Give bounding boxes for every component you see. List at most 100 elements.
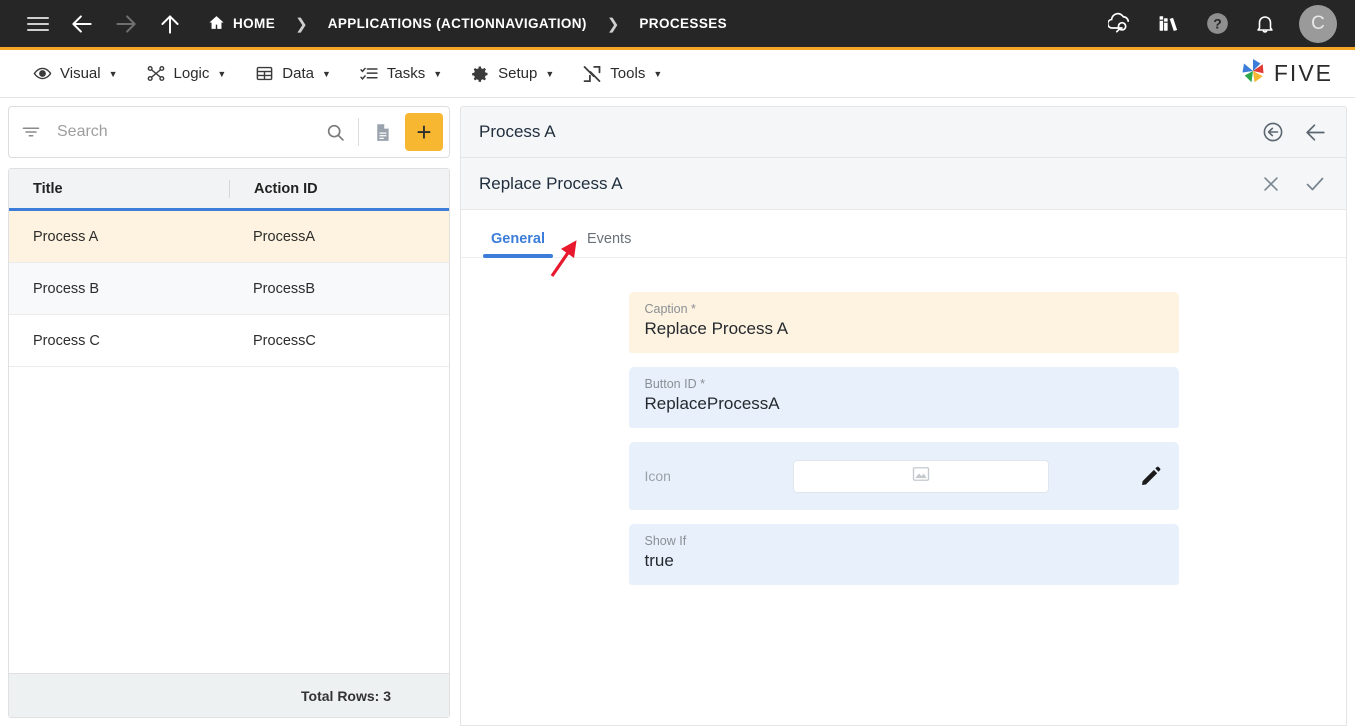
menu-label: Logic (174, 65, 210, 82)
chevron-down-icon: ▼ (433, 69, 442, 79)
filter-icon[interactable] (21, 122, 47, 142)
search-input[interactable] (47, 123, 318, 141)
avatar[interactable]: C (1299, 5, 1337, 43)
brand-logo: FIVE (1238, 56, 1355, 91)
cell-action-id: ProcessC (229, 333, 449, 349)
breadcrumb-label: APPLICATIONS (ACTIONNAVIGATION) (328, 16, 587, 31)
table-row[interactable]: Process A ProcessA (9, 211, 449, 263)
cell-title: Process A (9, 229, 229, 245)
menu-item-tasks[interactable]: Tasks ▼ (345, 50, 456, 98)
form-header: Replace Process A (461, 158, 1346, 210)
tab-events[interactable]: Events (579, 231, 639, 257)
breadcrumb-item-processes[interactable]: PROCESSES (633, 16, 733, 31)
topbar-actions: ? C (1101, 4, 1355, 44)
panel-header: Process A (460, 106, 1347, 158)
column-header-title[interactable]: Title (9, 181, 229, 197)
breadcrumb: HOME ❯ APPLICATIONS (ACTIONNAVIGATION) ❯… (202, 14, 733, 34)
cancel-icon[interactable] (1256, 169, 1286, 199)
panel-header-actions (1258, 117, 1330, 147)
home-icon (208, 14, 225, 34)
chevron-down-icon: ▼ (109, 69, 118, 79)
gear-icon (470, 64, 490, 84)
field-button-id[interactable]: Button ID * ReplaceProcessA (629, 367, 1179, 428)
image-placeholder-icon (911, 464, 931, 489)
field-value[interactable]: ReplaceProcessA (645, 394, 1163, 416)
right-panel: Process A Replace Process A (460, 98, 1355, 726)
menu-label: Visual (60, 65, 101, 82)
column-header-action-id[interactable]: Action ID (229, 180, 449, 198)
cell-action-id: ProcessA (229, 229, 449, 245)
breadcrumb-label: PROCESSES (639, 16, 727, 31)
revert-icon[interactable] (1258, 117, 1288, 147)
confirm-icon[interactable] (1300, 169, 1330, 199)
cell-title: Process C (9, 333, 229, 349)
grid-body: Process A ProcessA Process B ProcessB Pr… (9, 211, 449, 673)
toolbar-divider (358, 118, 359, 146)
page-title: Process A (479, 122, 556, 142)
help-icon[interactable]: ? (1197, 4, 1237, 44)
total-rows-label: Total Rows: 3 (301, 688, 391, 704)
field-label: Show If (645, 534, 1163, 548)
icon-preview-box[interactable] (793, 460, 1049, 493)
field-label: Caption * (645, 302, 1163, 316)
search-icon[interactable] (318, 115, 352, 149)
up-icon[interactable] (148, 2, 192, 46)
form-fields: Caption * Replace Process A Button ID * … (461, 258, 1346, 725)
forward-icon[interactable] (104, 2, 148, 46)
chevron-down-icon: ▼ (217, 69, 226, 79)
notifications-icon[interactable] (1245, 4, 1285, 44)
field-label: Icon (645, 468, 793, 484)
cell-title: Process B (9, 281, 229, 297)
five-pinwheel-icon (1238, 56, 1268, 91)
chevron-down-icon: ▼ (545, 69, 554, 79)
field-label: Button ID * (645, 377, 1163, 391)
left-panel: + Title Action ID Process A ProcessA Pro… (0, 98, 460, 726)
menu-label: Data (282, 65, 314, 82)
field-show-if[interactable]: Show If true (629, 524, 1179, 585)
main-menu-bar: Visual ▼ Logic ▼ Data ▼ Tasks ▼ (0, 50, 1355, 98)
search-toolbar: + (8, 106, 450, 158)
chevron-down-icon: ▼ (322, 69, 331, 79)
eye-icon (32, 64, 52, 84)
field-caption[interactable]: Caption * Replace Process A (629, 292, 1179, 353)
field-value[interactable]: true (645, 551, 1163, 573)
breadcrumb-separator: ❯ (593, 15, 634, 33)
content-area: + Title Action ID Process A ProcessA Pro… (0, 98, 1355, 726)
field-icon: Icon (629, 442, 1179, 510)
back-arrow-icon[interactable] (1300, 117, 1330, 147)
menu-item-setup[interactable]: Setup ▼ (456, 50, 568, 98)
menu-item-logic[interactable]: Logic ▼ (132, 50, 241, 98)
library-books-icon[interactable] (1149, 4, 1189, 44)
table-row[interactable]: Process C ProcessC (9, 315, 449, 367)
grid-header-row: Title Action ID (9, 169, 449, 211)
form-tabs: General Events (461, 210, 1346, 258)
menu-label: Tools (610, 65, 645, 82)
menu-icon[interactable] (16, 2, 60, 46)
back-icon[interactable] (60, 2, 104, 46)
svg-text:?: ? (1213, 16, 1222, 32)
menu-item-data[interactable]: Data ▼ (240, 50, 345, 98)
menu-item-visual[interactable]: Visual ▼ (18, 50, 132, 98)
breadcrumb-item-applications[interactable]: APPLICATIONS (ACTIONNAVIGATION) (322, 16, 593, 31)
nav-icon-group (0, 2, 192, 46)
document-icon[interactable] (365, 115, 399, 149)
breadcrumb-separator: ❯ (281, 15, 322, 33)
tab-general[interactable]: General (483, 231, 553, 257)
tasks-list-icon (359, 64, 379, 84)
logic-nodes-icon (146, 64, 166, 84)
form-title: Replace Process A (479, 174, 623, 194)
menu-label: Setup (498, 65, 537, 82)
pencil-icon[interactable] (1139, 464, 1163, 488)
field-value[interactable]: Replace Process A (645, 319, 1163, 341)
menu-item-tools[interactable]: Tools ▼ (568, 50, 676, 98)
form-card: Replace Process A General Events (460, 158, 1347, 726)
application-window: HOME ❯ APPLICATIONS (ACTIONNAVIGATION) ❯… (0, 0, 1355, 726)
table-row[interactable]: Process B ProcessB (9, 263, 449, 315)
cell-action-id: ProcessB (229, 281, 449, 297)
chevron-down-icon: ▼ (653, 69, 662, 79)
breadcrumb-item-home[interactable]: HOME (202, 14, 281, 34)
table-icon (254, 64, 274, 84)
tools-icon (582, 64, 602, 84)
cloud-search-icon[interactable] (1101, 4, 1141, 44)
add-button[interactable]: + (405, 113, 443, 151)
